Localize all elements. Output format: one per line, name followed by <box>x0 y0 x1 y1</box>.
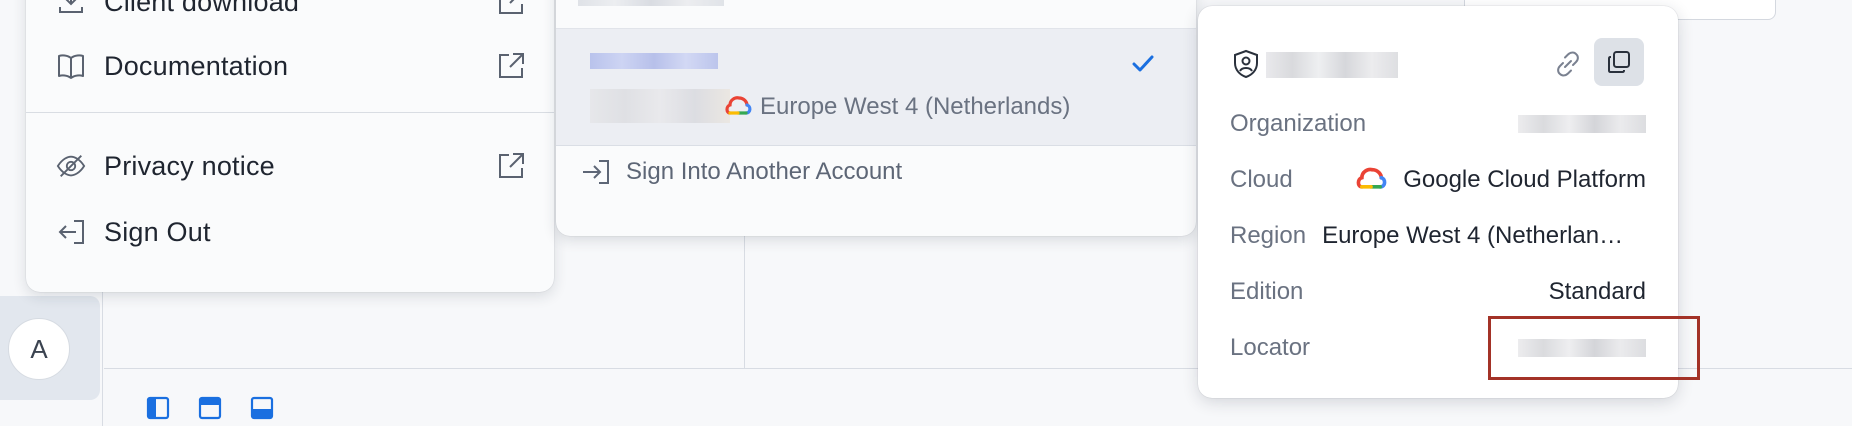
layout-top-panel-icon[interactable] <box>198 396 222 420</box>
detail-key: Cloud <box>1230 166 1293 193</box>
layout-left-panel-icon[interactable] <box>146 396 170 420</box>
detail-row-region: Region Europe West 4 (Netherlan… <box>1230 216 1646 256</box>
sign-into-another-account-label: Sign Into Another Account <box>626 158 903 185</box>
sign-into-another-account-button[interactable]: Sign Into Another Account <box>580 156 902 188</box>
google-cloud-icon <box>1356 167 1387 189</box>
detail-row-cloud: Cloud Google Cloud Platform <box>1230 160 1646 200</box>
locator-highlight-annotation <box>1488 316 1700 380</box>
detail-key: Edition <box>1230 278 1304 305</box>
menu-item-sign-out[interactable]: Sign Out <box>56 210 526 254</box>
copy-icon <box>1608 51 1630 73</box>
region-value: Europe West 4 (Netherlan… <box>1322 222 1624 249</box>
menu-item-label: Sign Out <box>104 216 211 247</box>
detail-key: Organization <box>1230 110 1367 137</box>
organization-value-redacted <box>1518 115 1646 133</box>
checkmark-icon <box>1132 55 1154 72</box>
avatar-initial: A <box>30 333 48 364</box>
sign-out-icon <box>56 217 86 247</box>
account-item-selected[interactable]: Europe West 4 (Netherlands) <box>556 28 1196 146</box>
layout-bottom-panel-icon[interactable] <box>250 396 274 420</box>
account-name-redacted <box>1266 52 1398 78</box>
menu-item-label: Documentation <box>104 50 289 81</box>
sign-in-icon <box>583 160 609 184</box>
account-item-redacted[interactable] <box>578 0 724 6</box>
account-region: Europe West 4 (Netherlands) <box>724 93 1070 121</box>
book-icon <box>56 51 86 81</box>
shield-user-icon <box>1234 49 1258 79</box>
user-avatar-tile[interactable]: A <box>0 296 100 400</box>
menu-item-documentation[interactable]: Documentation <box>56 44 526 88</box>
account-region-label: Europe West 4 (Netherlands) <box>760 93 1071 120</box>
detail-row-edition: Edition Standard <box>1230 272 1646 312</box>
account-locator-redacted <box>590 89 730 123</box>
user-menu: Client download Documentation Privacy no… <box>26 0 554 292</box>
menu-item-label: Client download <box>104 0 300 17</box>
menu-item-label: Privacy notice <box>104 150 275 181</box>
avatar[interactable]: A <box>8 318 70 380</box>
menu-divider <box>26 112 554 113</box>
external-link-icon <box>499 53 524 78</box>
account-name-redacted <box>590 53 718 69</box>
eye-slash-icon <box>56 151 86 181</box>
detail-value <box>1518 115 1646 133</box>
sidebar-divider <box>102 290 103 426</box>
download-icon <box>56 0 86 17</box>
detail-key: Locator <box>1230 334 1311 361</box>
cloud-value: Google Cloud Platform <box>1403 166 1646 193</box>
google-cloud-icon <box>725 96 752 115</box>
content-divider <box>744 236 745 368</box>
link-icon[interactable] <box>1552 48 1584 80</box>
external-link-icon <box>499 153 524 178</box>
detail-key: Region <box>1230 222 1307 249</box>
edition-value: Standard <box>1548 278 1646 305</box>
menu-item-client-download[interactable]: Client download <box>56 0 526 24</box>
account-switcher: Europe West 4 (Netherlands) Sign Into An… <box>556 0 1196 236</box>
detail-row-organization: Organization <box>1230 104 1646 144</box>
detail-value: Google Cloud Platform <box>1355 164 1646 196</box>
external-link-icon <box>499 0 524 14</box>
menu-item-privacy-notice[interactable]: Privacy notice <box>56 144 526 188</box>
layout-toggle-group <box>146 396 274 420</box>
copy-details-button[interactable] <box>1594 38 1644 86</box>
